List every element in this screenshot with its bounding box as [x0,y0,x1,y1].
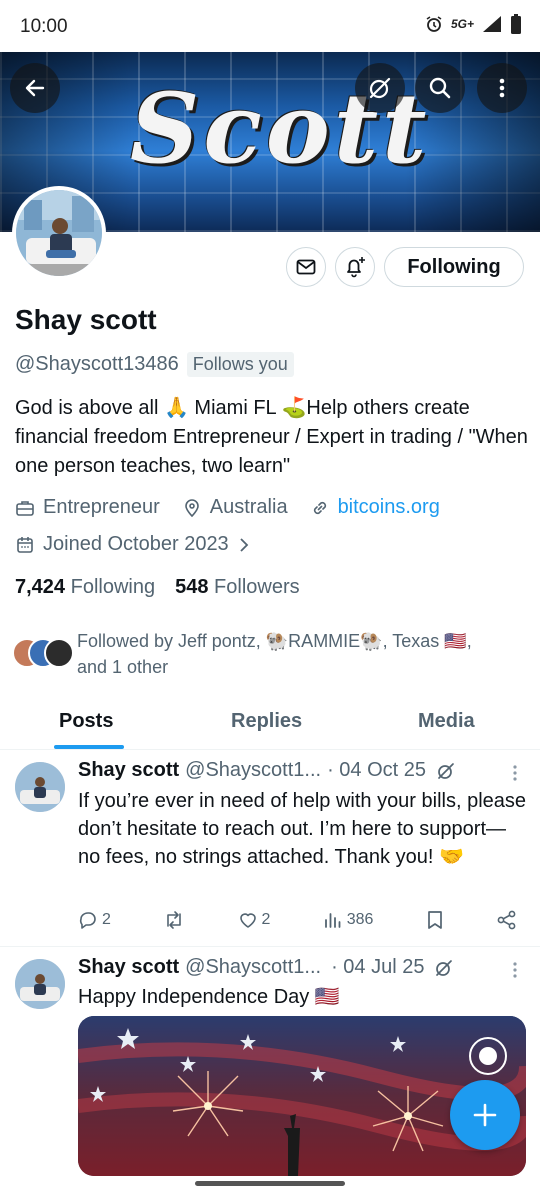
message-button[interactable] [286,247,326,287]
post-author-handle: @Shayscott1... [185,956,322,978]
grok-icon [369,77,391,99]
followers-count[interactable]: 548 Followers [175,576,300,599]
view-count: 386 [346,911,374,928]
plus-icon [473,1103,497,1127]
reply-action[interactable]: 2 [78,910,111,930]
post-avatar[interactable] [15,762,65,812]
handle-row: @Shayscott13486 Follows you [15,352,294,377]
like-icon [239,913,256,928]
location-text: Australia [209,496,288,518]
profile-location: Australia [182,496,288,519]
post-text: Happy Independence Day 🇺🇸 [78,986,340,1008]
briefcase-icon [16,500,34,516]
post-header: Shay scott @Shayscott1... · 04 Jul 25 [78,956,454,979]
website-link[interactable]: bitcoins.org [338,496,440,519]
status-icons: 5G+ [425,14,522,34]
post-actions: 2 2 386 [78,910,518,930]
joined-date[interactable]: Joined October 2023 [15,533,251,556]
status-time: 10:00 [20,16,68,37]
search-button[interactable] [415,63,465,113]
more-vertical-icon[interactable] [510,764,520,782]
following-count[interactable]: 7,424 Following [15,576,155,599]
post-text: If you’re ever in need of help with your… [78,790,527,868]
back-button[interactable] [10,63,60,113]
status-bar: 10:00 5G+ [0,0,540,52]
category-text: Entrepreneur [43,496,160,518]
tab-posts[interactable]: Posts [59,710,113,733]
signal-icon [483,16,501,32]
avatar [44,638,74,668]
profile-meta-row: Entrepreneur Australia bitcoins.org [15,496,462,519]
tab-media[interactable]: Media [418,710,475,733]
followed-by-text: Followed by Jeff pontz, 🐏RAMMIE🐏, Texas … [77,631,472,677]
profile-avatar[interactable] [12,186,106,280]
notifications-button[interactable] [335,247,375,287]
follows-you-badge: Follows you [186,352,294,377]
like-count: 2 [261,911,271,928]
views-icon [324,913,341,928]
grok-icon[interactable] [434,958,454,978]
repost-action[interactable] [163,910,185,930]
profile-website[interactable]: bitcoins.org [310,496,440,519]
post-author-name[interactable]: Shay scott [78,956,179,979]
battery-icon [511,14,521,34]
more-vertical-icon[interactable] [510,961,520,979]
grok-icon[interactable] [436,761,456,781]
back-arrow-icon [25,79,45,97]
tab-replies[interactable]: Replies [231,710,302,733]
network-type: 5G+ [450,17,474,31]
bookmark-icon [427,911,442,929]
avatar-photo [16,190,102,276]
profile-category: Entrepreneur [15,496,160,519]
joined-text: Joined October 2023 [43,533,229,555]
active-tab-indicator [54,745,124,749]
profile-tabs: Posts Replies Media [0,700,540,750]
chevron-right-icon [240,537,248,552]
search-icon [429,77,451,99]
post-author-handle: @Shayscott1... [185,759,322,781]
reply-count: 2 [102,911,111,928]
repost-icon [167,911,182,929]
mail-icon [296,259,316,275]
reply-icon [79,912,96,929]
alarm-icon [426,16,442,32]
bell-plus-icon [347,257,365,278]
more-vertical-icon [499,78,505,98]
post-date: · 04 Oct 25 [327,759,427,781]
location-pin-icon [184,498,199,517]
share-icon [497,910,516,930]
grok-button[interactable] [355,63,405,113]
link-icon [313,501,326,514]
joined-row[interactable]: Joined October 2023 [15,533,273,556]
followed-by-avatars [12,638,74,670]
profile-name: Shay scott [15,304,157,335]
like-action[interactable]: 2 [238,910,271,930]
profile-handle: @Shayscott13486 [15,353,179,375]
post-header: Shay scott @Shayscott1... · 04 Oct 25 [78,759,456,782]
follow-counts: 7,424 Following 548 Followers [15,576,300,599]
views-action[interactable]: 386 [323,910,374,930]
post-date: · 04 Jul 25 [331,956,425,978]
bookmark-action[interactable] [426,910,444,930]
profile-bio: God is above all 🙏 Miami FL ⛳Help others… [15,397,528,477]
following-button[interactable]: Following [384,247,524,287]
post-item[interactable]: Shay scott @Shayscott1... · 04 Oct 25 If… [0,750,540,946]
post-avatar[interactable] [15,959,65,1009]
calendar-icon [17,536,33,553]
post-author-name[interactable]: Shay scott [78,759,179,782]
home-indicator[interactable] [195,1181,345,1186]
share-action[interactable] [496,910,518,930]
more-options-button[interactable] [477,63,527,113]
compose-post-button[interactable] [450,1080,520,1150]
